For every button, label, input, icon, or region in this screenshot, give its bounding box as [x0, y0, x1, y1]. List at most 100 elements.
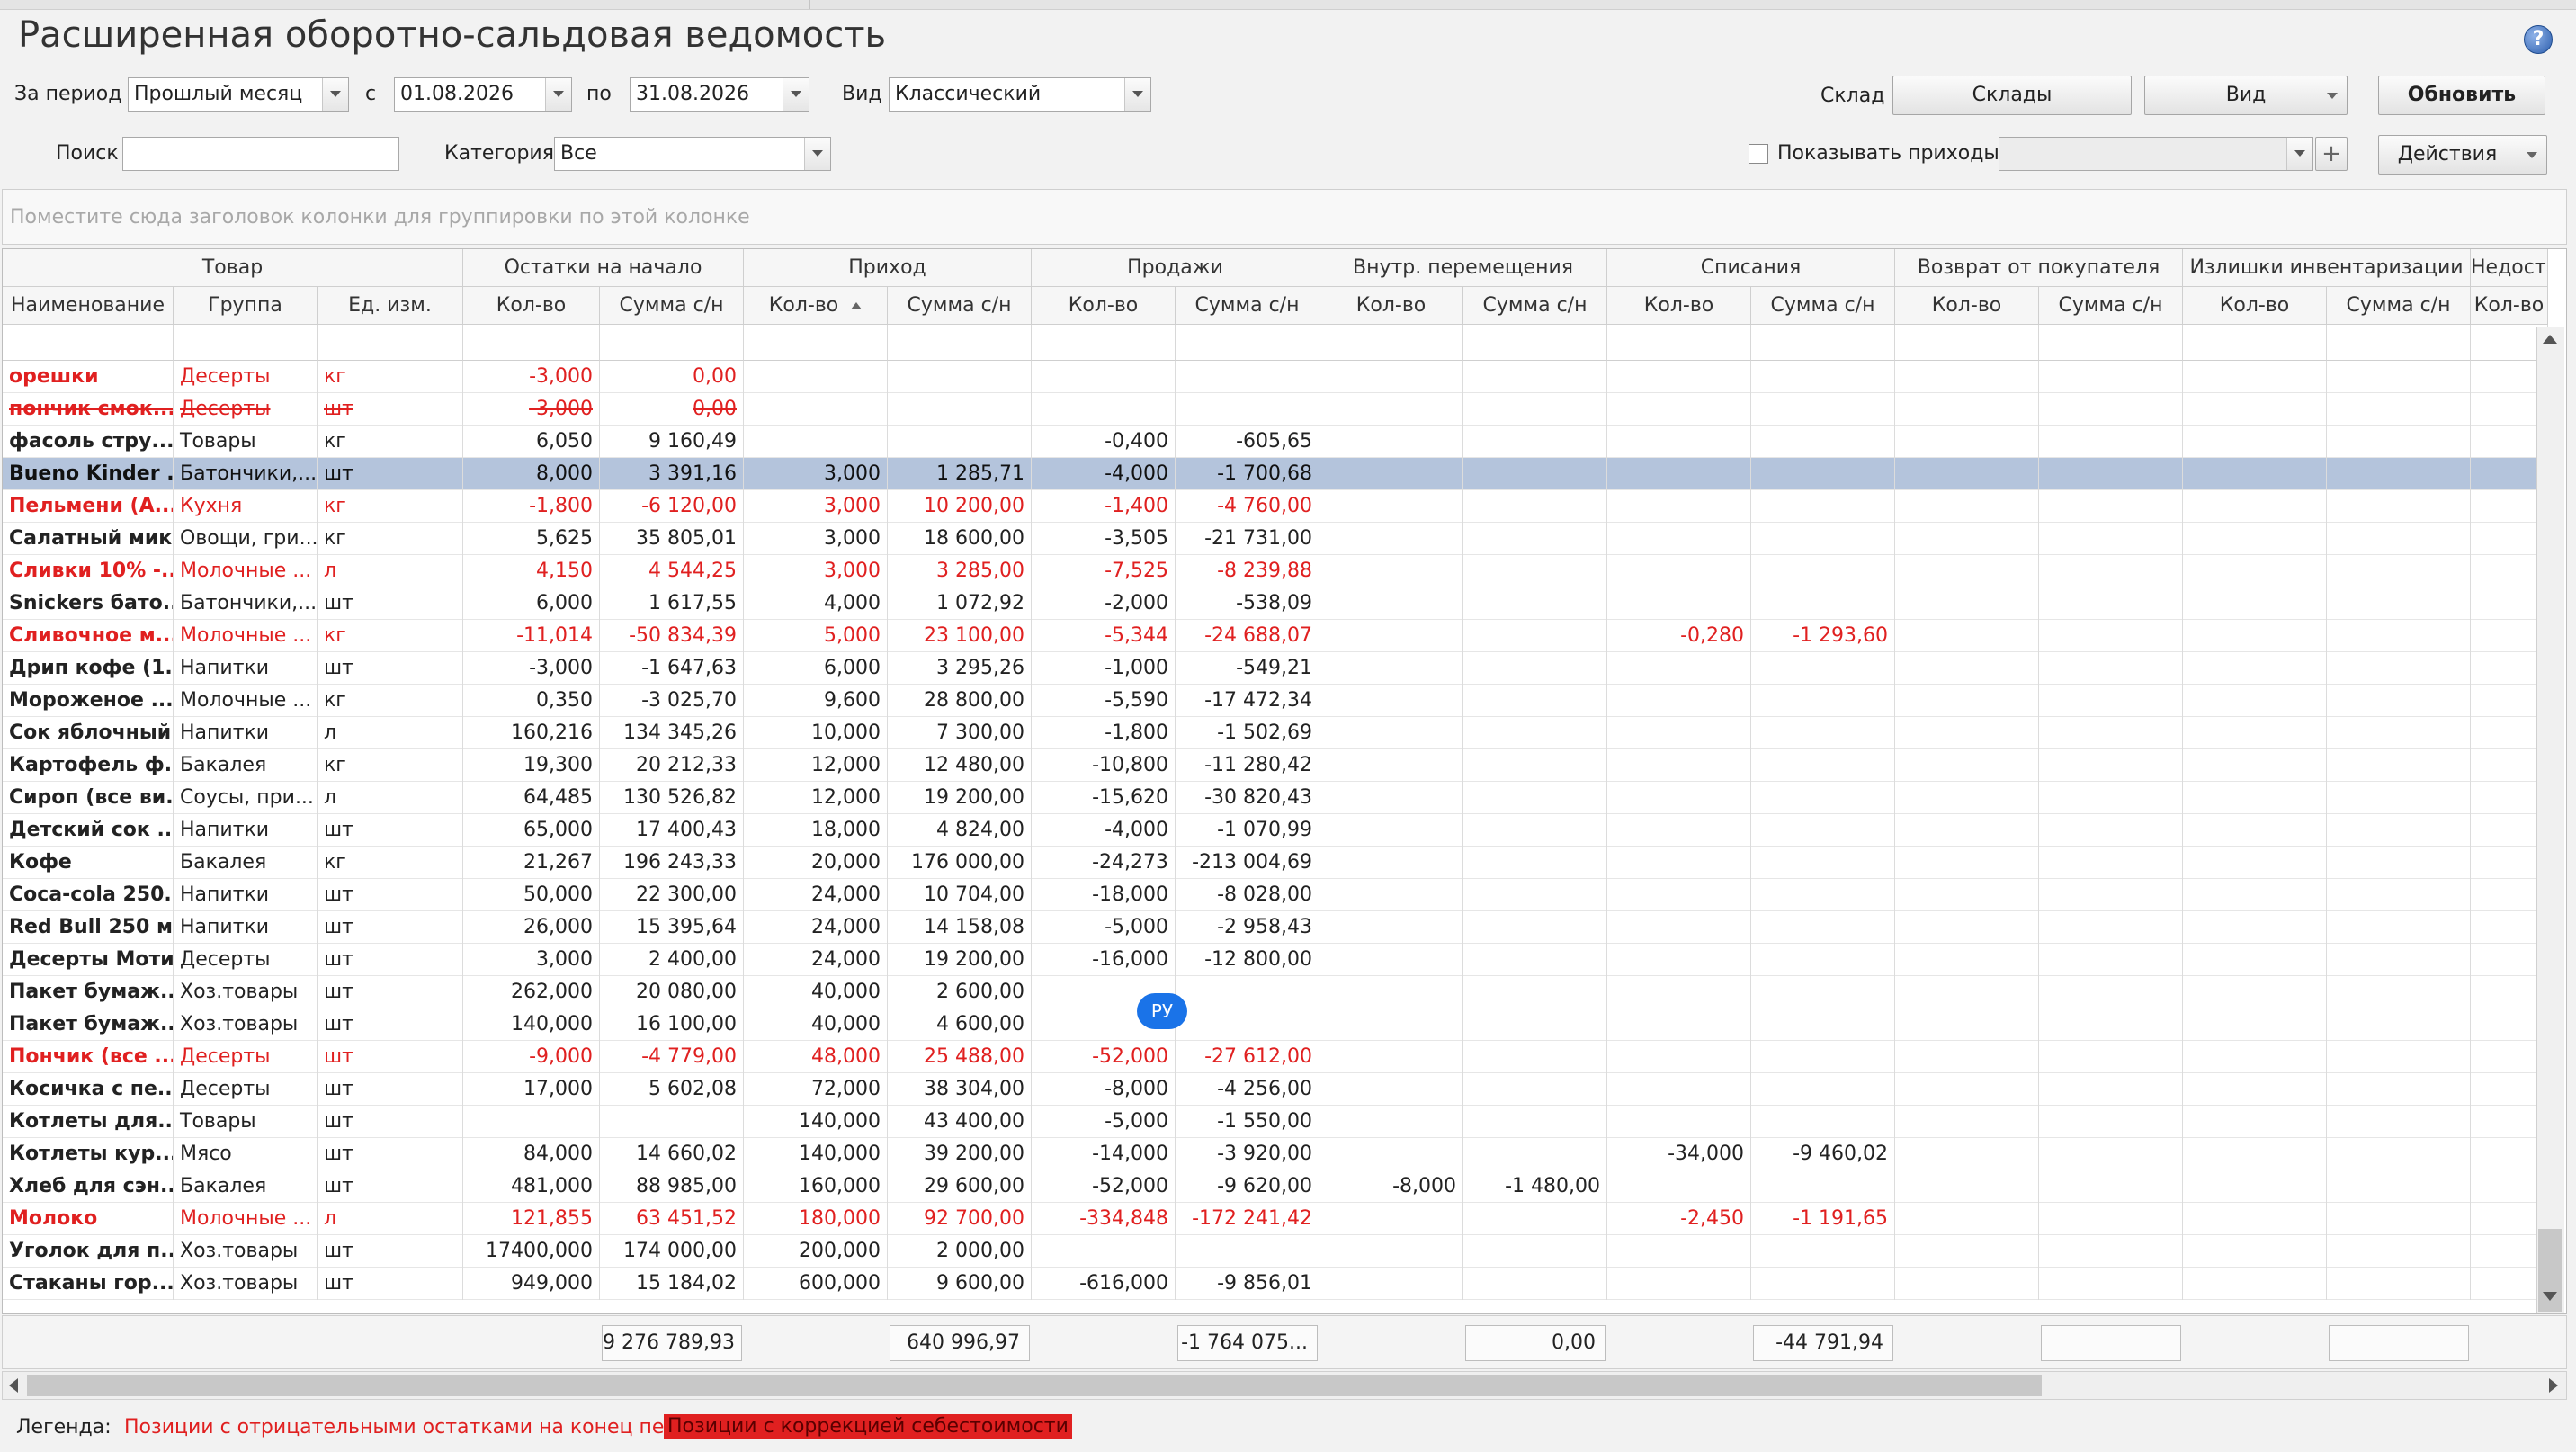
- table-row[interactable]: Дрип кофе (1... Напитки шт -3,000 -1 647,63 6…: [3, 652, 2548, 685]
- column-header[interactable]: Кол-во: [744, 287, 888, 325]
- column-filter-input[interactable]: [1176, 325, 1319, 361]
- column-header[interactable]: Наименование: [3, 287, 174, 325]
- table-row[interactable]: Котлеты кур... Мясо шт 84,000 14 660,02 140,0…: [3, 1138, 2548, 1170]
- chevron-down-icon[interactable]: [1124, 78, 1150, 111]
- table-row[interactable]: Bueno Kinder ... Батончики,... шт 8,000 3 39…: [3, 458, 2548, 490]
- column-filter-input[interactable]: [1895, 325, 2039, 361]
- column-header[interactable]: Сумма с/н: [600, 287, 744, 325]
- column-header[interactable]: Сумма с/н: [1176, 287, 1319, 325]
- table-row[interactable]: Детский сок ... Напитки шт 65,000 17 400,43 1…: [3, 814, 2548, 847]
- group-by-panel[interactable]: Поместите сюда заголовок колонки для гру…: [2, 189, 2567, 245]
- table-cell: [2327, 1170, 2471, 1203]
- scroll-right-icon[interactable]: [2549, 1378, 2558, 1393]
- chevron-down-icon[interactable]: [2286, 138, 2312, 170]
- table-row[interactable]: Котлеты для... Товары шт 140,000 43 400,00 -5…: [3, 1106, 2548, 1138]
- table-row[interactable]: Стаканы гор... Хоз.товары шт 949,000 15 184,…: [3, 1268, 2548, 1300]
- input-language-badge[interactable]: РУ: [1137, 993, 1187, 1029]
- column-filter-input[interactable]: [2183, 325, 2327, 361]
- table-row[interactable]: Салатный микс Овощи, гри... кг 5,625 35 805,…: [3, 523, 2548, 555]
- column-header[interactable]: Сумма с/н: [1751, 287, 1895, 325]
- column-header[interactable]: Сумма с/н: [2039, 287, 2183, 325]
- column-filter-input[interactable]: [888, 325, 1032, 361]
- chevron-down-icon: [2316, 76, 2347, 114]
- table-row[interactable]: Уголок для п... Хоз.товары шт 17400,000 174 …: [3, 1235, 2548, 1268]
- receipts-select[interactable]: [1999, 137, 2313, 171]
- chevron-down-icon[interactable]: [322, 78, 348, 111]
- table-row[interactable]: Мороженое ... Молочные ... кг 0,350 -3 025,7…: [3, 685, 2548, 717]
- column-filter-input[interactable]: [1751, 325, 1895, 361]
- vertical-scrollbar[interactable]: [2536, 327, 2564, 1313]
- table-cell: [1751, 717, 1895, 749]
- column-header[interactable]: Сумма с/н: [888, 287, 1032, 325]
- column-header[interactable]: Кол-во: [463, 287, 600, 325]
- show-receipts-checkbox[interactable]: [1749, 144, 1768, 164]
- column-header[interactable]: Кол-во: [1607, 287, 1751, 325]
- column-filter-input[interactable]: [2039, 325, 2183, 361]
- table-cell: [2327, 587, 2471, 620]
- table-row[interactable]: Пакет бумаж... Хоз.товары шт 140,000 16 100,…: [3, 1008, 2548, 1041]
- column-filter-input[interactable]: [1607, 325, 1751, 361]
- table-row[interactable]: Косичка с пе... Десерты шт 17,000 5 602,08 72…: [3, 1073, 2548, 1106]
- table-row[interactable]: Десерты Моти Десерты шт 3,000 2 400,00 24,000…: [3, 944, 2548, 976]
- add-icon[interactable]: +: [2315, 137, 2348, 171]
- table-row[interactable]: Red Bull 250 мл Напитки шт 26,000 15 395,64 2…: [3, 911, 2548, 944]
- refresh-button[interactable]: Обновить: [2378, 76, 2545, 115]
- column-header[interactable]: Сумма с/н: [1463, 287, 1607, 325]
- table-row[interactable]: фасоль стру... Товары кг 6,050 9 160,49 -0,40…: [3, 426, 2548, 458]
- table-row[interactable]: Молоко Молочные ... л 121,855 63 451,52 180,0…: [3, 1203, 2548, 1235]
- table-cell: [2327, 1008, 2471, 1041]
- calendar-dropdown-icon[interactable]: [783, 78, 809, 111]
- horizontal-scroll-thumb[interactable]: [27, 1375, 2042, 1396]
- table-row[interactable]: Кофе Бакалея кг 21,267 196 243,33 20,000 176 0…: [3, 847, 2548, 879]
- column-filter-input[interactable]: [600, 325, 744, 361]
- column-filter-input[interactable]: [2327, 325, 2471, 361]
- warehouses-button[interactable]: Склады: [1892, 76, 2132, 115]
- calendar-dropdown-icon[interactable]: [545, 78, 571, 111]
- table-row[interactable]: Пакет бумаж... Хоз.товары шт 262,000 20 080,…: [3, 976, 2548, 1008]
- table-row[interactable]: Сироп (все ви... Соусы, при... л 64,485 130 …: [3, 782, 2548, 814]
- column-filter-input[interactable]: [318, 325, 463, 361]
- column-filter-input[interactable]: [1032, 325, 1176, 361]
- scroll-left-icon[interactable]: [9, 1378, 18, 1393]
- column-filter-input[interactable]: [3, 325, 174, 361]
- table-row[interactable]: Сок яблочный Напитки л 160,216 134 345,26 10,…: [3, 717, 2548, 749]
- column-header[interactable]: Кол-во: [1319, 287, 1463, 325]
- view-select[interactable]: Классический: [889, 77, 1151, 112]
- column-filter-input[interactable]: [1463, 325, 1607, 361]
- column-filter-input[interactable]: [1319, 325, 1463, 361]
- table-row[interactable]: Хлеб для сэн... Бакалея шт 481,000 88 985,00…: [3, 1170, 2548, 1203]
- column-filter-input[interactable]: [463, 325, 600, 361]
- table-row[interactable]: Картофель ф... Бакалея кг 19,300 20 212,33 12…: [3, 749, 2548, 782]
- table-cell: [1463, 458, 1607, 490]
- column-filter-input[interactable]: [174, 325, 318, 361]
- help-icon[interactable]: ?: [2524, 25, 2553, 54]
- column-header[interactable]: Кол-во: [1032, 287, 1176, 325]
- view-menu-button[interactable]: Вид: [2144, 76, 2348, 115]
- category-select[interactable]: Все: [554, 137, 831, 171]
- actions-button[interactable]: Действия: [2378, 135, 2547, 175]
- chevron-down-icon[interactable]: [804, 138, 830, 170]
- table-row[interactable]: Пончик (все ... Десерты шт -9,000 -4 779,00 4…: [3, 1041, 2548, 1073]
- column-header[interactable]: Ед. изм.: [318, 287, 463, 325]
- column-header[interactable]: Сумма с/н: [2327, 287, 2471, 325]
- table-row[interactable]: Coca-cola 250... Напитки шт 50,000 22 300,00…: [3, 879, 2548, 911]
- scroll-up-icon[interactable]: [2543, 335, 2557, 344]
- period-select[interactable]: Прошлый месяц: [128, 77, 349, 112]
- column-header[interactable]: Кол-во: [1895, 287, 2039, 325]
- period-value: Прошлый месяц: [134, 83, 303, 105]
- column-filter-input[interactable]: [744, 325, 888, 361]
- table-row[interactable]: Сливки 10% -... Молочные ... л 4,150 4 544,2…: [3, 555, 2548, 587]
- scroll-down-icon[interactable]: [2543, 1292, 2557, 1301]
- column-header[interactable]: Кол-во: [2471, 287, 2548, 325]
- from-date-field[interactable]: 01.08.2026: [394, 77, 572, 112]
- search-input[interactable]: [122, 137, 399, 171]
- table-cell: [2183, 847, 2327, 879]
- table-row[interactable]: пончик смок... Десерты шт -3,000 0,00: [3, 393, 2548, 426]
- column-header[interactable]: Кол-во: [2183, 287, 2327, 325]
- table-row[interactable]: Snickers бато... Батончики,... шт 6,000 1 61…: [3, 587, 2548, 620]
- table-row[interactable]: орешки Десерты кг -3,000 0,00: [3, 361, 2548, 393]
- to-date-field[interactable]: 31.08.2026: [630, 77, 809, 112]
- table-row[interactable]: Сливочное м... Молочные ... кг -11,014 -50 8…: [3, 620, 2548, 652]
- table-row[interactable]: Пельмени (А... Кухня кг -1,800 -6 120,00 3,00…: [3, 490, 2548, 523]
- column-header[interactable]: Группа: [174, 287, 318, 325]
